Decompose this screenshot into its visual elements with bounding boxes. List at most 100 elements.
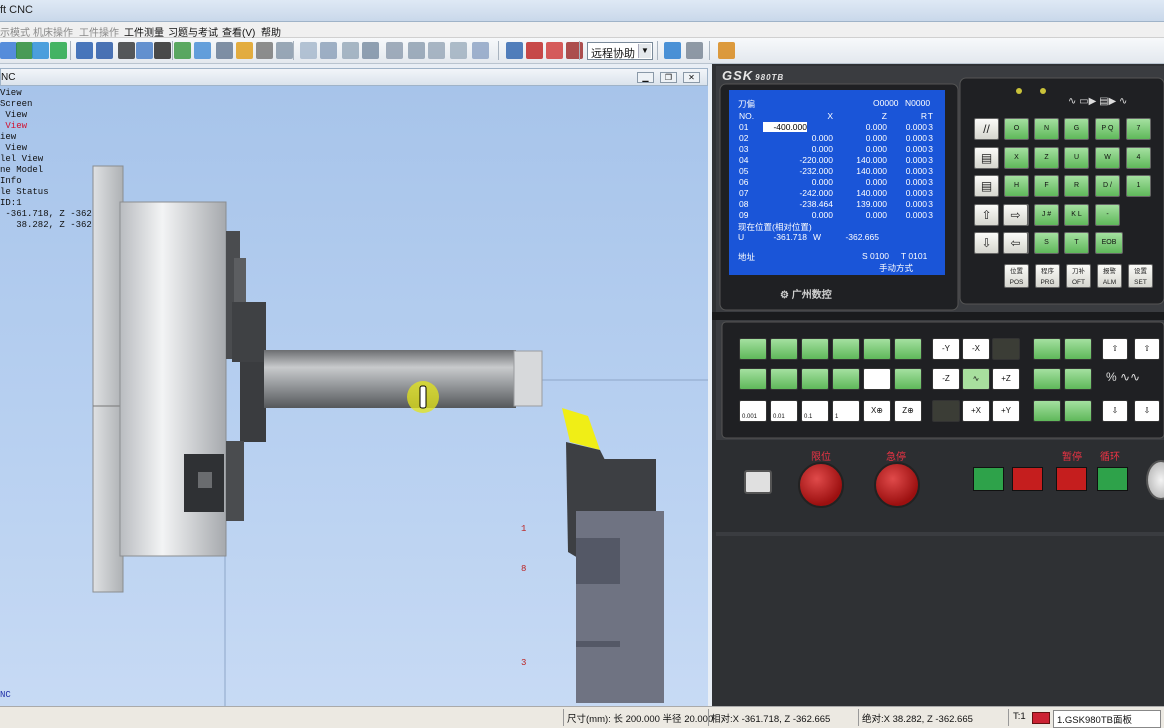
jog-key[interactable]: +Z [992,368,1020,390]
key-o[interactable]: O [1004,118,1029,140]
key-t[interactable]: T [1064,232,1089,254]
offset-row[interactable]: 04 -220.000 140.000 0.000 3 [729,155,945,166]
down-arrow-key[interactable]: ⇩ [1134,400,1160,422]
toolbar-tool-icon[interactable] [362,42,379,59]
offset-row[interactable]: 08 -238.464 139.000 0.000 3 [729,199,945,210]
mode-key[interactable] [894,368,922,390]
pause-button[interactable] [1056,467,1087,491]
toolbar-tool-icon[interactable] [136,42,153,59]
function-key[interactable]: 刀补 OFT [1066,264,1091,288]
key-u[interactable]: U [1064,147,1089,169]
restore-button[interactable]: ❐ [660,72,677,83]
menu-item[interactable]: 工件测量 [124,24,164,39]
spindle-key[interactable] [1064,338,1092,360]
mode-key[interactable] [770,368,798,390]
left-arrow-key[interactable]: ⇦ [1003,232,1028,254]
key-z[interactable]: Z [1034,147,1059,169]
mode-select[interactable]: 远程协助 ▼ [587,42,653,60]
key-s[interactable]: S [1034,232,1059,254]
toolbar-tool-icon[interactable] [526,42,543,59]
offset-row[interactable]: 05 -232.000 140.000 0.000 3 [729,166,945,177]
key-j[interactable]: J # [1034,204,1059,226]
jog-key[interactable]: +Y [992,400,1020,422]
mode-key[interactable] [801,368,829,390]
toolbar-tool-icon[interactable] [194,42,211,59]
blank-key[interactable] [863,368,891,390]
toolbar-tool-icon[interactable] [386,42,403,59]
toolbar-tool-icon[interactable] [276,42,293,59]
toolbar-tool-icon[interactable] [0,42,17,59]
toolbar-tool-icon[interactable] [216,42,233,59]
toolbar-tool-icon[interactable] [32,42,49,59]
menu-item[interactable]: 习题与考试 [168,24,218,39]
key-[interactable]: - [1095,204,1120,226]
toolbar-tool-icon[interactable] [16,42,33,59]
blank-key[interactable] [932,400,960,422]
mode-key[interactable] [739,338,767,360]
toolbar-tool-icon[interactable] [718,42,735,59]
z-axis-key[interactable]: Z⊕ [894,400,922,422]
offset-row[interactable]: 01 -400.000 0.000 0.000 3 [729,122,945,133]
limit-button[interactable] [798,462,844,508]
toolbar-tool-icon[interactable] [472,42,489,59]
toolbar-tool-icon[interactable] [566,42,583,59]
offset-row[interactable]: 09 0.000 0.000 0.000 3 [729,210,945,221]
toolbar-tool-icon[interactable] [686,42,703,59]
key-4[interactable]: 4 [1126,147,1151,169]
3d-viewport[interactable]: View Screen View View iew View lel View ne M… [0,86,708,706]
toolbar-tool-icon[interactable] [118,42,135,59]
key-x[interactable]: X [1004,147,1029,169]
toolbar-tool-icon[interactable] [76,42,93,59]
menu-item[interactable]: 示模式 [0,24,30,39]
key-r[interactable]: R [1064,175,1089,197]
mode-key[interactable] [801,338,829,360]
right-arrow-key[interactable]: ⇨ [1003,204,1028,226]
up-arrow-key[interactable]: ⇧ [974,204,999,226]
toolbar-tool-icon[interactable] [154,42,171,59]
rapid-key[interactable]: ∿ [962,368,990,390]
stop-button[interactable] [1012,467,1043,491]
menu-item[interactable]: 帮助 [261,24,281,39]
jog-key[interactable]: -Y [932,338,960,360]
key-kl[interactable]: K L [1064,204,1089,226]
toolbar-tool-icon[interactable] [50,42,67,59]
spindle-key[interactable] [1033,368,1061,390]
cancel-key[interactable]: // [974,118,999,140]
function-key[interactable]: 设置 SET [1128,264,1153,288]
spindle-key[interactable] [1064,368,1092,390]
toolbar-tool-icon[interactable] [428,42,445,59]
toolbar-tool-icon[interactable] [236,42,253,59]
offset-edit-cursor[interactable]: -400.000 [763,122,807,132]
chevron-down-icon[interactable]: ▼ [638,44,651,58]
key-eob[interactable]: EOB [1095,232,1123,254]
jog-key[interactable]: +X [962,400,990,422]
menu-item[interactable]: 查看(V) [222,24,255,39]
toolbar-tool-icon[interactable] [96,42,113,59]
key-7[interactable]: 7 [1126,118,1151,140]
mode-key[interactable] [832,368,860,390]
down-arrow-key[interactable]: ⇩ [1102,400,1128,422]
toolbar-tool-icon[interactable] [408,42,425,59]
offset-row[interactable]: 02 0.000 0.000 0.000 3 [729,133,945,144]
key-switch-icon[interactable] [744,470,772,494]
start-button[interactable] [973,467,1004,491]
toolbar-tool-icon[interactable] [320,42,337,59]
function-key[interactable]: 位置 POS [1004,264,1029,288]
function-key[interactable]: 报警 ALM [1097,264,1122,288]
spindle-key[interactable] [1033,338,1061,360]
toolbar-tool-icon[interactable] [506,42,523,59]
toolbar-tool-icon[interactable] [174,42,191,59]
menu-item[interactable]: 机床操作 [33,24,73,39]
toolbar-tool-icon[interactable] [256,42,273,59]
jog-key[interactable]: -X [962,338,990,360]
toolbar-tool-icon[interactable] [300,42,317,59]
mode-key[interactable] [863,338,891,360]
offset-row[interactable]: 06 0.000 0.000 0.000 3 [729,177,945,188]
function-key[interactable]: 程序 PRG [1035,264,1060,288]
x-axis-key[interactable]: X⊕ [863,400,891,422]
cycle-button[interactable] [1097,467,1128,491]
offset-row[interactable]: 07 -242.000 140.000 0.000 3 [729,188,945,199]
key-d[interactable]: D / [1095,175,1120,197]
toolbar-tool-icon[interactable] [546,42,563,59]
toolbar-tool-icon[interactable] [664,42,681,59]
